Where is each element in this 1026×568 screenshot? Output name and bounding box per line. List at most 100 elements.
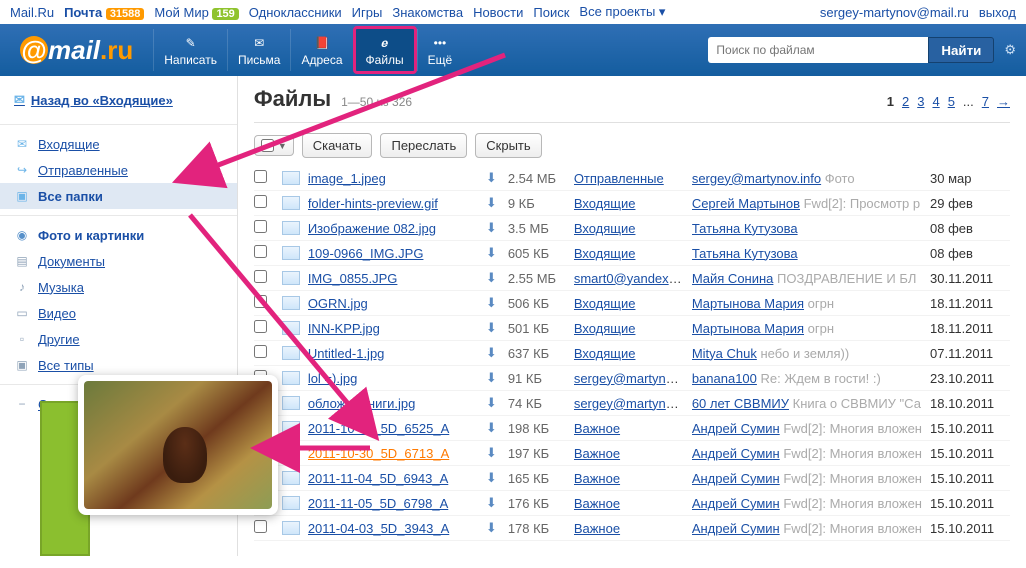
folder-link[interactable]: sergey@martynov.in xyxy=(574,396,684,411)
sender-link[interactable]: Андрей Сумин xyxy=(692,471,780,486)
file-row[interactable]: IMG_0855.JPG⬇2.55 МБsmart0@yandex.ruМайя… xyxy=(254,266,1010,291)
tab-contacts[interactable]: 📕 Адреса xyxy=(290,29,352,71)
topnav-search[interactable]: Поиск xyxy=(533,5,569,20)
file-name-link[interactable]: IMG_0855.JPG xyxy=(308,271,398,286)
row-checkbox[interactable] xyxy=(254,295,267,308)
folder-link[interactable]: Важное xyxy=(574,471,620,486)
folder-link[interactable]: Входящие xyxy=(574,321,636,336)
folder-link[interactable]: Важное xyxy=(574,521,620,536)
file-row[interactable]: folder-hints-preview.gif⬇9 КБВходящиеСер… xyxy=(254,191,1010,216)
hide-button[interactable]: Скрыть xyxy=(475,133,541,158)
sender-link[interactable]: Мартынова Мария xyxy=(692,296,804,311)
file-row[interactable]: INN-KPP.jpg⬇501 КБВходящиеМартынова Мари… xyxy=(254,316,1010,341)
download-icon[interactable]: ⬇ xyxy=(486,370,500,386)
page-5[interactable]: 5 xyxy=(948,94,955,109)
search-input[interactable] xyxy=(708,37,928,63)
select-all-checkbox[interactable] xyxy=(261,139,274,152)
file-name-link[interactable]: 2011-11-05_5D_6798_A xyxy=(308,496,448,511)
folder-link[interactable]: smart0@yandex.ru xyxy=(574,271,684,286)
file-row[interactable]: 2011-11-05_5D_6798_A⬇176 КБВажноеАндрей … xyxy=(254,491,1010,516)
file-name-link[interactable]: image_1.jpeg xyxy=(308,171,386,186)
sender-link[interactable]: banana100 xyxy=(692,371,757,386)
topnav-mailru[interactable]: Mail.Ru xyxy=(10,5,54,20)
download-icon[interactable]: ⬇ xyxy=(486,220,500,236)
folder-link[interactable]: Важное xyxy=(574,421,620,436)
folder-link[interactable]: Важное xyxy=(574,446,620,461)
tab-letters[interactable]: ✉ Письма xyxy=(227,29,291,71)
folder-link[interactable]: Отправленные xyxy=(574,171,664,186)
logo[interactable]: @mail.ru xyxy=(10,35,153,66)
sidebar-inbox[interactable]: ✉ Входящие xyxy=(0,131,237,157)
user-email[interactable]: sergey-martynov@mail.ru xyxy=(820,5,969,20)
topnav-all[interactable]: Все проекты ▾ xyxy=(579,4,665,20)
page-2[interactable]: 2 xyxy=(902,94,909,109)
folder-link[interactable]: Входящие xyxy=(574,246,636,261)
download-icon[interactable]: ⬇ xyxy=(486,470,500,486)
topnav-myworld[interactable]: Мой Мир xyxy=(154,5,208,20)
file-row[interactable]: Untitled-1.jpg⬇637 КБВходящиеMitya Chuk … xyxy=(254,341,1010,366)
download-button[interactable]: Скачать xyxy=(302,133,373,158)
download-icon[interactable]: ⬇ xyxy=(486,170,500,186)
row-checkbox[interactable] xyxy=(254,170,267,183)
file-name-link[interactable]: INN-KPP.jpg xyxy=(308,321,380,336)
file-name-link[interactable]: 2011-10-30_5D_6713_A xyxy=(308,446,449,461)
forward-button[interactable]: Переслать xyxy=(380,133,467,158)
folder-link[interactable]: Входящие xyxy=(574,221,636,236)
tab-files[interactable]: 𝒆 Файлы xyxy=(353,26,417,74)
sidebar-docs[interactable]: ▤ Документы xyxy=(0,248,237,274)
sender-link[interactable]: 60 лет СВВМИУ xyxy=(692,396,789,411)
file-row[interactable]: 109-0966_IMG.JPG⬇605 КБВходящиеТатьяна К… xyxy=(254,241,1010,266)
back-to-inbox[interactable]: ✉ Назад во «Входящие» xyxy=(14,92,173,108)
folder-link[interactable]: sergey@martynov.in xyxy=(574,371,684,386)
sender-link[interactable]: Мартынова Мария xyxy=(692,321,804,336)
row-checkbox[interactable] xyxy=(254,220,267,233)
download-icon[interactable]: ⬇ xyxy=(486,245,500,261)
file-row[interactable]: обложка книги.jpg⬇74 КБsergey@martynov.i… xyxy=(254,391,1010,416)
file-name-link[interactable]: 2011-11-04_5D_6943_A xyxy=(308,471,448,486)
sender-link[interactable]: Андрей Сумин xyxy=(692,446,780,461)
sender-link[interactable]: Андрей Сумин xyxy=(692,496,780,511)
download-icon[interactable]: ⬇ xyxy=(486,495,500,511)
sender-link[interactable]: Сергей Мартынов xyxy=(692,196,800,211)
download-icon[interactable]: ⬇ xyxy=(486,270,500,286)
download-icon[interactable]: ⬇ xyxy=(486,195,500,211)
row-checkbox[interactable] xyxy=(254,195,267,208)
topnav-news[interactable]: Новости xyxy=(473,5,523,20)
page-next[interactable]: → xyxy=(997,94,1010,109)
folder-link[interactable]: Входящие xyxy=(574,296,636,311)
page-4[interactable]: 4 xyxy=(932,94,939,109)
file-row[interactable]: 2011-10-30_5D_6713_A⬇197 КБВажноеАндрей … xyxy=(254,441,1010,466)
download-icon[interactable]: ⬇ xyxy=(486,520,500,536)
row-checkbox[interactable] xyxy=(254,345,267,358)
search-button[interactable]: Найти xyxy=(928,37,994,63)
file-name-link[interactable]: lol =).jpg xyxy=(308,371,358,386)
topnav-ok[interactable]: Одноклассники xyxy=(249,5,342,20)
sidebar-music[interactable]: ♪ Музыка xyxy=(0,274,237,300)
file-name-link[interactable]: folder-hints-preview.gif xyxy=(308,196,438,211)
row-checkbox[interactable] xyxy=(254,270,267,283)
sender-link[interactable]: Майя Сонина xyxy=(692,271,774,286)
file-row[interactable]: lol =).jpg⬇91 КБsergey@martynov.inbanana… xyxy=(254,366,1010,391)
folder-link[interactable]: Входящие xyxy=(574,346,636,361)
row-checkbox[interactable] xyxy=(254,320,267,333)
download-icon[interactable]: ⬇ xyxy=(486,420,500,436)
row-checkbox[interactable] xyxy=(254,520,267,533)
sender-link[interactable]: Mitya Chuk xyxy=(692,346,757,361)
sidebar-sent[interactable]: ↪ Отправленные xyxy=(0,157,237,183)
file-row[interactable]: 2011-10-30_5D_6525_A⬇198 КБВажноеАндрей … xyxy=(254,416,1010,441)
topnav-mail[interactable]: Почта xyxy=(64,5,102,20)
sidebar-photos[interactable]: ◉ Фото и картинки xyxy=(0,222,237,248)
file-row[interactable]: Изображение 082.jpg⬇3.5 МБВходящиеТатьян… xyxy=(254,216,1010,241)
download-icon[interactable]: ⬇ xyxy=(486,345,500,361)
file-name-link[interactable]: 2011-04-03_5D_3943_A xyxy=(308,521,449,536)
file-row[interactable]: OGRN.jpg⬇506 КБВходящиеМартынова Мария о… xyxy=(254,291,1010,316)
file-name-link[interactable]: 2011-10-30_5D_6525_A xyxy=(308,421,449,436)
sidebar-video[interactable]: ▭ Видео xyxy=(0,300,237,326)
file-row[interactable]: image_1.jpeg⬇2.54 МБОтправленныеsergey@m… xyxy=(254,166,1010,191)
file-name-link[interactable]: OGRN.jpg xyxy=(308,296,368,311)
page-7[interactable]: 7 xyxy=(982,94,989,109)
sidebar-all-folders[interactable]: ▣ Все папки xyxy=(0,183,237,209)
download-icon[interactable]: ⬇ xyxy=(486,395,500,411)
sidebar-other[interactable]: ▫ Другие xyxy=(0,326,237,352)
page-1[interactable]: 1 xyxy=(887,94,894,109)
